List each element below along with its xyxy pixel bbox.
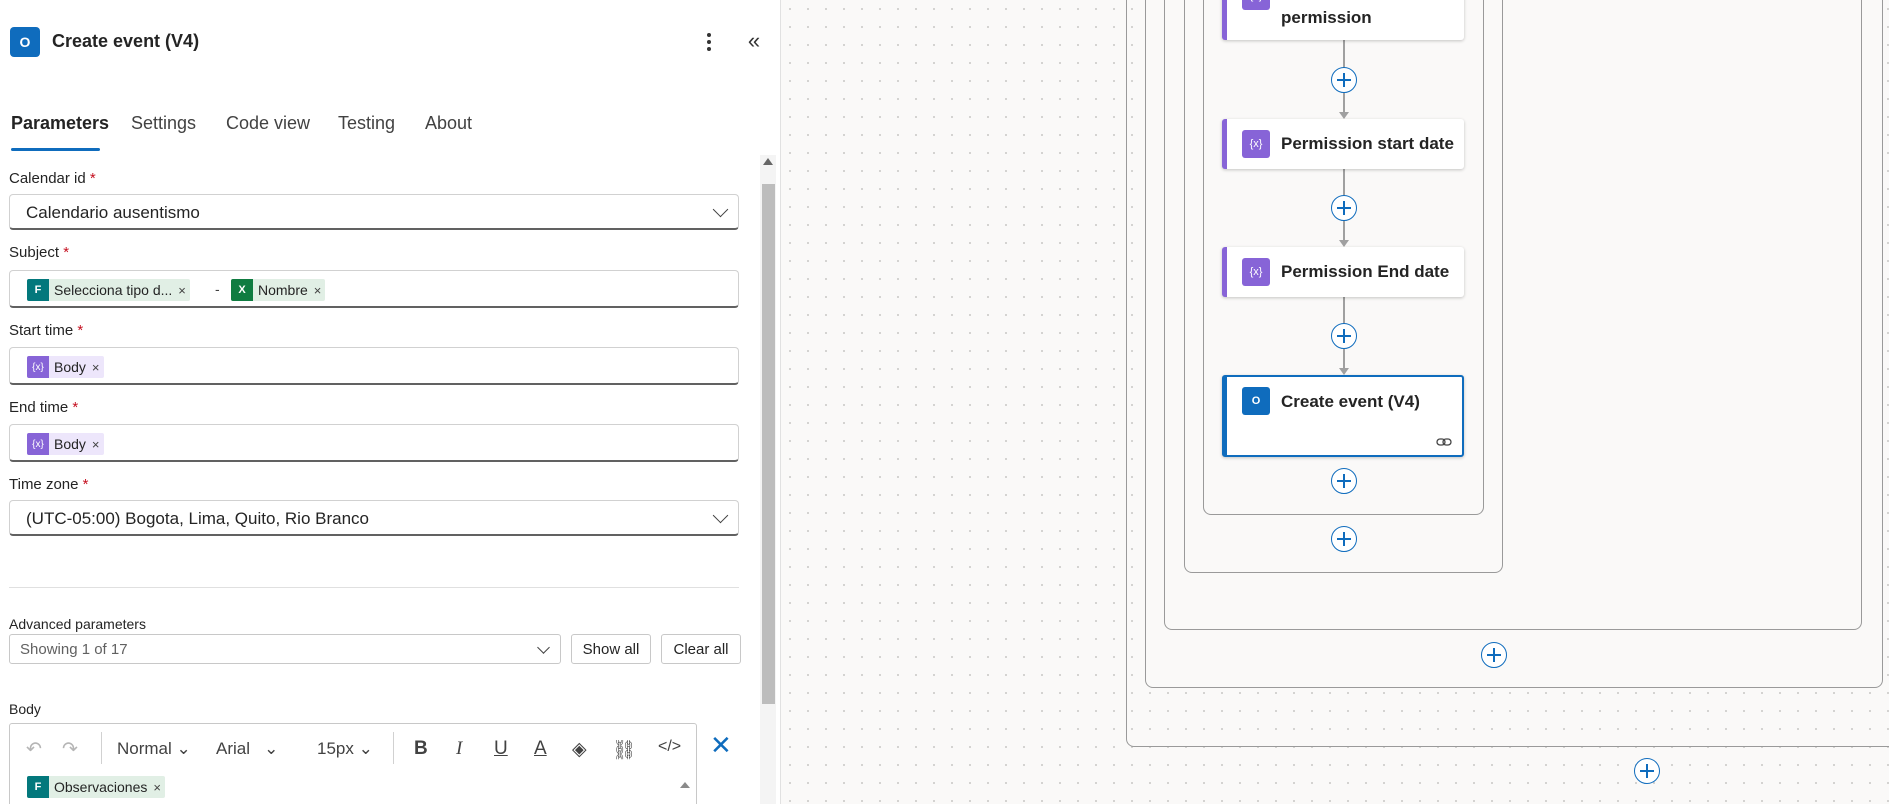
outlook-icon: O — [10, 27, 40, 57]
action-details-panel: O Create event (V4) « Parameters Setting… — [0, 0, 781, 804]
advanced-parameters-dropdown[interactable]: Showing 1 of 17 — [9, 634, 561, 664]
remove-token-icon[interactable]: × — [92, 360, 100, 375]
add-action-button[interactable] — [1481, 642, 1507, 668]
add-action-button[interactable] — [1331, 468, 1357, 494]
subject-input[interactable]: F Selecciona tipo d... × - X Nombre × — [9, 270, 739, 308]
tab-settings[interactable]: Settings — [131, 113, 196, 134]
body-rich-text-editor[interactable]: ↶ ↷ Normal ⌄ Arial ⌄ 15px ⌄ B I U A ◈ ⛓ … — [9, 723, 697, 804]
action-node-permission[interactable]: {x} permission — [1222, 0, 1464, 40]
bold-icon[interactable]: B — [414, 738, 428, 760]
italic-icon[interactable]: I — [456, 738, 462, 760]
section-divider — [9, 587, 739, 588]
subject-label: Subject * — [9, 244, 70, 261]
remove-token-icon[interactable]: × — [153, 780, 161, 795]
variable-icon: {x} — [27, 433, 49, 455]
body-label: Body — [9, 701, 41, 717]
outlook-icon: O — [1242, 387, 1270, 415]
time-zone-dropdown[interactable]: (UTC-05:00) Bogota, Lima, Quito, Rio Bra… — [9, 500, 739, 536]
chevron-down-icon — [712, 507, 729, 524]
remove-token-icon[interactable]: × — [92, 437, 100, 452]
arrow-down-icon — [1339, 368, 1349, 375]
show-all-button[interactable]: Show all — [571, 634, 651, 664]
add-action-button[interactable] — [1331, 526, 1357, 552]
remove-token-icon[interactable]: × — [178, 283, 186, 298]
code-view-icon[interactable]: </> — [658, 738, 681, 756]
calendar-id-dropdown[interactable]: Calendario ausentismo — [9, 194, 739, 230]
active-tab-indicator — [11, 148, 100, 151]
highlight-icon[interactable]: ◈ — [572, 738, 587, 761]
scroll-up-arrow-icon[interactable] — [763, 158, 773, 165]
tab-parameters[interactable]: Parameters — [11, 113, 109, 134]
add-action-button[interactable] — [1331, 323, 1357, 349]
action-node-create-event[interactable]: O Create event (V4) — [1222, 375, 1464, 457]
toolbar-divider — [393, 732, 394, 764]
subject-token-forms[interactable]: F Selecciona tipo d... × — [27, 279, 190, 301]
redo-icon[interactable]: ↷ — [62, 738, 78, 761]
chevron-down-icon — [712, 201, 729, 218]
arrow-down-icon — [1339, 112, 1349, 119]
end-time-token[interactable]: {x} Body × — [27, 433, 104, 455]
variable-icon: {x} — [1242, 0, 1270, 10]
collapse-panel-icon[interactable]: « — [740, 28, 768, 56]
excel-icon: X — [231, 279, 253, 301]
forms-icon: F — [27, 776, 49, 798]
undo-icon[interactable]: ↶ — [26, 738, 42, 761]
panel-title: Create event (V4) — [52, 31, 200, 51]
tab-code-view[interactable]: Code view — [226, 113, 310, 134]
font-size-select[interactable]: 15px ⌄ — [317, 739, 373, 759]
calendar-id-value: Calendario ausentismo — [26, 203, 200, 222]
advanced-parameters-label: Advanced parameters — [9, 616, 146, 632]
subject-token-excel[interactable]: X Nombre × — [231, 279, 326, 301]
chevron-down-icon — [537, 641, 550, 654]
designer-canvas[interactable]: {x} permission {x} Permission start date… — [781, 0, 1889, 804]
advanced-parameters-value: Showing 1 of 17 — [20, 641, 128, 658]
underline-icon[interactable]: U — [494, 738, 508, 760]
more-options-button[interactable] — [697, 28, 721, 56]
start-time-input[interactable]: {x} Body × — [9, 347, 739, 385]
arrow-down-icon — [1339, 240, 1349, 247]
tab-testing[interactable]: Testing — [338, 113, 395, 134]
action-node-permission-start-date[interactable]: {x} Permission start date — [1222, 119, 1464, 169]
end-time-label: End time * — [9, 399, 79, 416]
start-time-token[interactable]: {x} Body × — [27, 356, 104, 378]
toolbar-divider — [101, 732, 102, 764]
add-action-button[interactable] — [1331, 67, 1357, 93]
font-family-select[interactable]: Arial ⌄ — [216, 739, 278, 759]
remove-token-icon[interactable]: × — [314, 283, 322, 298]
variable-icon: {x} — [1242, 258, 1270, 286]
scrollbar-thumb[interactable] — [762, 184, 775, 704]
time-zone-label: Time zone * — [9, 476, 89, 493]
start-time-label: Start time * — [9, 322, 84, 339]
editor-scroll-up-icon[interactable] — [680, 782, 690, 788]
variable-icon: {x} — [1242, 130, 1270, 158]
calendar-id-label: Calendar id * — [9, 170, 96, 187]
close-editor-icon[interactable]: ✕ — [710, 730, 732, 761]
font-color-icon[interactable]: A — [534, 738, 547, 760]
block-style-select[interactable]: Normal ⌄ — [117, 739, 191, 759]
clear-all-button[interactable]: Clear all — [661, 634, 741, 664]
tab-about[interactable]: About — [425, 113, 472, 134]
subject-separator: - — [215, 281, 220, 297]
forms-icon: F — [27, 279, 49, 301]
add-action-button[interactable] — [1331, 195, 1357, 221]
time-zone-value: (UTC-05:00) Bogota, Lima, Quito, Rio Bra… — [26, 509, 369, 528]
body-token-forms[interactable]: F Observaciones × — [27, 776, 165, 798]
link-icon — [1436, 438, 1452, 446]
end-time-input[interactable]: {x} Body × — [9, 424, 739, 462]
variable-icon: {x} — [27, 356, 49, 378]
action-node-permission-end-date[interactable]: {x} Permission End date — [1222, 247, 1464, 297]
link-icon[interactable]: ⛓ — [612, 738, 636, 762]
add-action-button[interactable] — [1634, 758, 1660, 784]
